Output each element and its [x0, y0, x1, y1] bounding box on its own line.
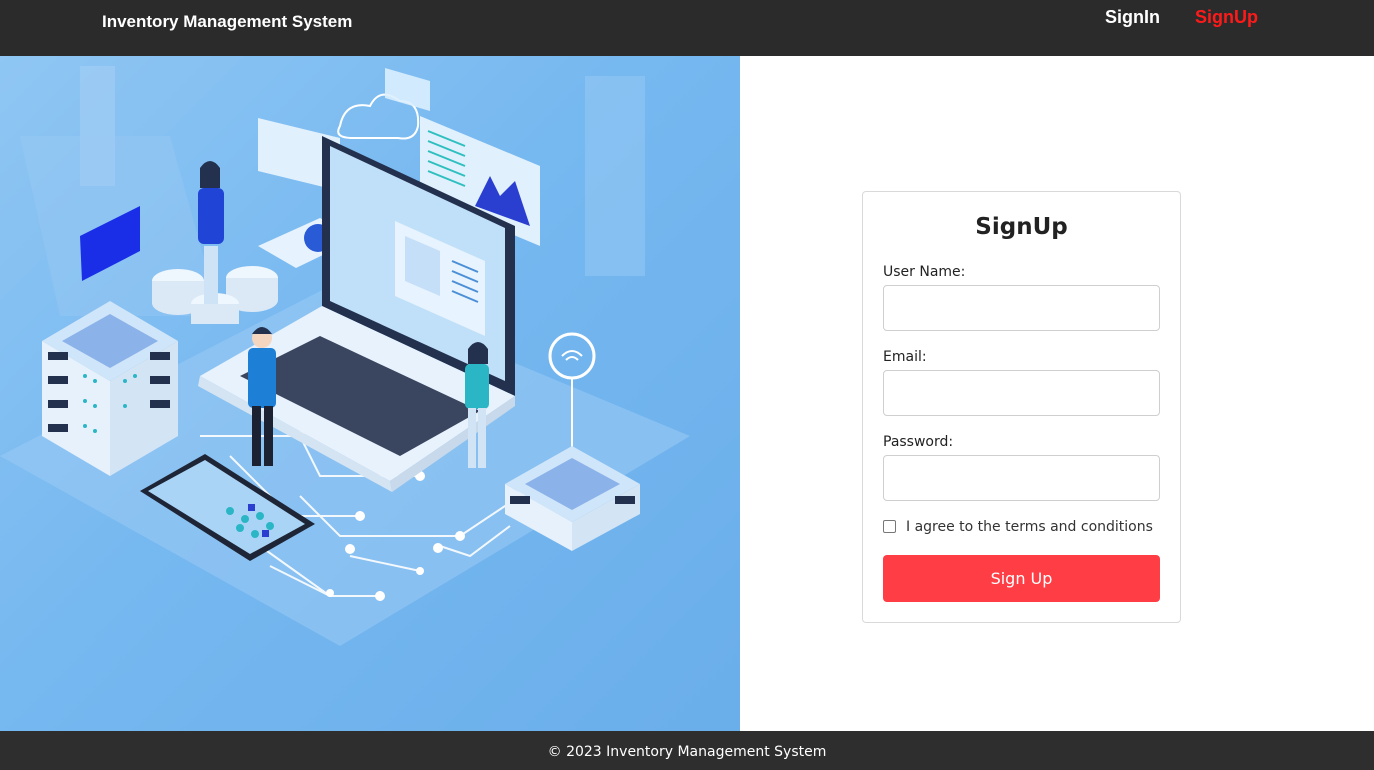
top-navbar: Inventory Management System SignIn SignU…: [0, 0, 1374, 56]
brand-title[interactable]: Inventory Management System: [102, 12, 352, 32]
footer: © 2023 Inventory Management System: [0, 731, 1374, 770]
password-label: Password:: [883, 434, 954, 450]
username-input[interactable]: [883, 285, 1160, 331]
signup-title: SignUp: [975, 214, 1068, 240]
nav-signin-link[interactable]: SignIn: [1105, 7, 1160, 28]
terms-checkbox[interactable]: [883, 520, 896, 533]
signup-submit-button[interactable]: Sign Up: [883, 555, 1160, 602]
hero-illustration-panel: [0, 56, 740, 731]
terms-label[interactable]: I agree to the terms and conditions: [906, 519, 1153, 535]
password-input[interactable]: [883, 455, 1160, 501]
signup-form-card: SignUp User Name: Email: Password: I agr…: [862, 191, 1181, 623]
email-label: Email:: [883, 349, 927, 365]
nav-signup-link[interactable]: SignUp: [1195, 7, 1258, 28]
email-input[interactable]: [883, 370, 1160, 416]
username-label: User Name:: [883, 264, 966, 280]
network-illustration-graphic: [0, 66, 690, 646]
footer-copyright: © 2023 Inventory Management System: [547, 744, 827, 760]
